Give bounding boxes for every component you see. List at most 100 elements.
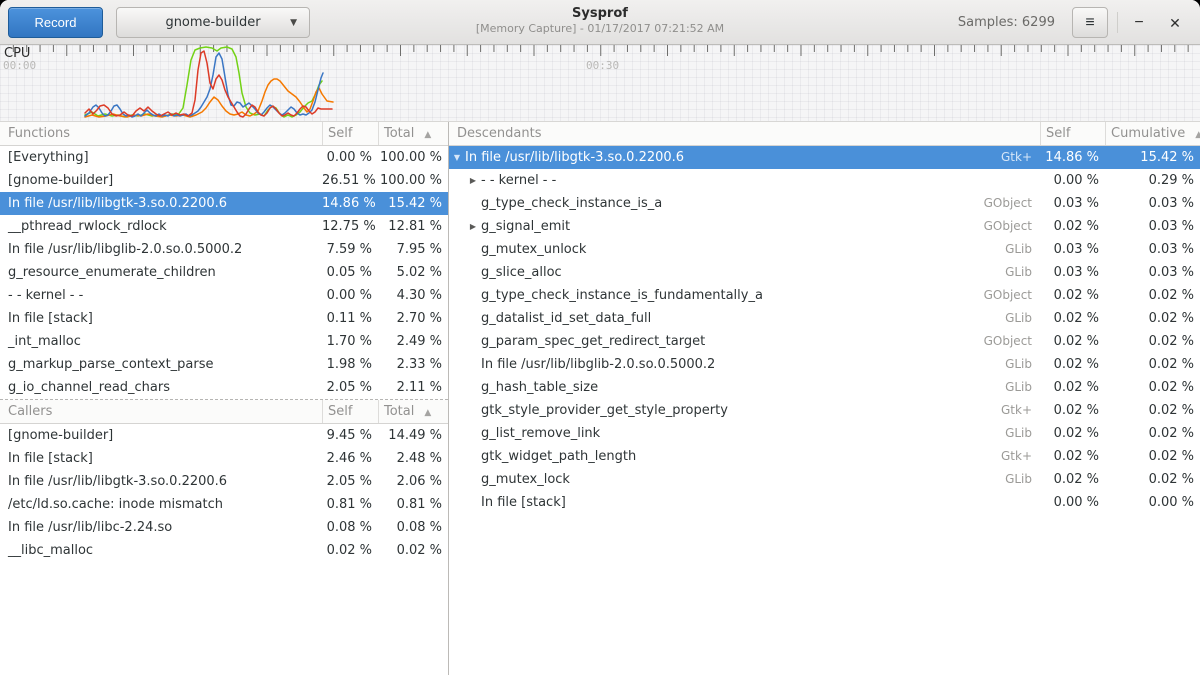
expander-closed-icon[interactable]: ▶ — [465, 169, 481, 192]
menu-button[interactable]: ≡ — [1072, 7, 1108, 38]
table-row[interactable]: g_resource_enumerate_children0.05 %5.02 … — [0, 261, 448, 284]
record-button[interactable]: Record — [8, 7, 103, 38]
library-badge: Gtk+ — [1001, 146, 1040, 169]
symbol-name: [gnome-builder] — [0, 169, 322, 192]
minimize-button[interactable]: − — [1124, 8, 1154, 38]
self-percent: 0.03 % — [1040, 238, 1105, 261]
table-row[interactable]: In file /usr/lib/libgtk-3.so.0.2200.614.… — [0, 192, 448, 215]
process-selector[interactable]: gnome-builder ▼ — [116, 7, 310, 38]
library-badge: GLib — [1005, 238, 1040, 261]
self-percent: 2.05 % — [322, 376, 378, 399]
table-row[interactable]: In file /usr/lib/libc-2.24.so0.08 %0.08 … — [0, 516, 448, 539]
total-percent: 100.00 % — [378, 169, 448, 192]
descendants-list: ▼In file /usr/lib/libgtk-3.so.0.2200.6Gt… — [449, 146, 1200, 514]
expander-closed-icon[interactable]: ▶ — [465, 215, 481, 238]
symbol-name: g_signal_emit — [481, 215, 570, 238]
symbol-name: In file /usr/lib/libc-2.24.so — [0, 516, 322, 539]
tree-row[interactable]: g_param_spec_get_redirect_targetGObject0… — [449, 330, 1200, 353]
library-badge: Gtk+ — [1001, 445, 1040, 468]
symbol-name: In file /usr/lib/libgtk-3.so.0.2200.6 — [0, 470, 322, 493]
tree-row[interactable]: ▶g_signal_emitGObject0.02 %0.03 % — [449, 215, 1200, 238]
functions-total-column-header[interactable]: Total▲ — [378, 122, 448, 145]
tree-row[interactable]: g_mutex_unlockGLib0.03 %0.03 % — [449, 238, 1200, 261]
self-percent: 0.02 % — [1040, 284, 1105, 307]
symbol-name: In file /usr/lib/libglib-2.0.so.0.5000.2 — [0, 238, 322, 261]
table-row[interactable]: [Everything]0.00 %100.00 % — [0, 146, 448, 169]
callers-self-column-header[interactable]: Self — [322, 400, 378, 423]
cpu-chart[interactable]: CPU 00:00 00:30 — [0, 45, 1200, 122]
cumulative-percent: 15.42 % — [1105, 146, 1200, 169]
self-percent: 0.08 % — [322, 516, 378, 539]
table-row[interactable]: _int_malloc1.70 %2.49 % — [0, 330, 448, 353]
symbol-name: g_mutex_unlock — [481, 238, 586, 261]
total-percent: 2.49 % — [378, 330, 448, 353]
tree-name-cell: g_datalist_id_set_data_fullGLib — [449, 307, 1040, 330]
library-badge: GLib — [1005, 422, 1040, 445]
table-row[interactable]: In file /usr/lib/libglib-2.0.so.0.5000.2… — [0, 238, 448, 261]
callers-column-header[interactable]: Callers — [0, 400, 322, 423]
hamburger-icon: ≡ — [1085, 14, 1094, 31]
tree-row[interactable]: ▼In file /usr/lib/libgtk-3.so.0.2200.6Gt… — [449, 146, 1200, 169]
functions-self-column-header[interactable]: Self — [322, 122, 378, 145]
tree-name-cell: gtk_widget_path_lengthGtk+ — [449, 445, 1040, 468]
table-row[interactable]: [gnome-builder]9.45 %14.49 % — [0, 424, 448, 447]
descendants-column-header[interactable]: Descendants — [449, 122, 1040, 145]
symbol-name: In file /usr/lib/libglib-2.0.so.0.5000.2 — [481, 353, 715, 376]
table-row[interactable]: g_markup_parse_context_parse1.98 %2.33 % — [0, 353, 448, 376]
self-percent: 0.81 % — [322, 493, 378, 516]
tree-row[interactable]: gtk_style_provider_get_style_propertyGtk… — [449, 399, 1200, 422]
cumulative-percent: 0.02 % — [1105, 284, 1200, 307]
self-percent: 0.02 % — [1040, 330, 1105, 353]
table-row[interactable]: __pthread_rwlock_rdlock12.75 %12.81 % — [0, 215, 448, 238]
total-percent: 0.08 % — [378, 516, 448, 539]
table-row[interactable]: [gnome-builder]26.51 %100.00 % — [0, 169, 448, 192]
table-row[interactable]: /etc/ld.so.cache: inode mismatch0.81 %0.… — [0, 493, 448, 516]
self-percent: 0.02 % — [322, 539, 378, 562]
total-percent: 14.49 % — [378, 424, 448, 447]
symbol-name: - - kernel - - — [0, 284, 322, 307]
tree-row[interactable]: g_type_check_instance_is_fundamentally_a… — [449, 284, 1200, 307]
self-percent: 0.05 % — [322, 261, 378, 284]
descendants-self-column-header[interactable]: Self — [1040, 122, 1105, 145]
table-row[interactable]: __libc_malloc0.02 %0.02 % — [0, 539, 448, 562]
library-badge: GLib — [1005, 353, 1040, 376]
functions-column-header[interactable]: Functions — [0, 122, 322, 145]
callers-total-column-header[interactable]: Total▲ — [378, 400, 448, 423]
self-percent: 26.51 % — [322, 169, 378, 192]
close-button[interactable]: ✕ — [1160, 8, 1190, 38]
cumulative-percent: 0.03 % — [1105, 261, 1200, 284]
time-label-mid: 00:30 — [586, 59, 619, 72]
table-row[interactable]: In file /usr/lib/libgtk-3.so.0.2200.6 2.0… — [0, 470, 448, 493]
tree-row[interactable]: g_hash_table_sizeGLib0.02 %0.02 % — [449, 376, 1200, 399]
self-percent: 0.02 % — [1040, 422, 1105, 445]
table-row[interactable]: - - kernel - -0.00 %4.30 % — [0, 284, 448, 307]
self-percent: 0.00 % — [1040, 491, 1105, 514]
symbol-name: g_markup_parse_context_parse — [0, 353, 322, 376]
tree-row[interactable]: In file /usr/lib/libglib-2.0.so.0.5000.2… — [449, 353, 1200, 376]
tree-row[interactable]: g_datalist_id_set_data_fullGLib0.02 %0.0… — [449, 307, 1200, 330]
self-percent: 1.70 % — [322, 330, 378, 353]
table-row[interactable]: In file [stack]0.11 %2.70 % — [0, 307, 448, 330]
total-percent: 2.06 % — [378, 470, 448, 493]
table-row[interactable]: In file [stack]2.46 %2.48 % — [0, 447, 448, 470]
tree-row[interactable]: g_mutex_lockGLib0.02 %0.02 % — [449, 468, 1200, 491]
total-percent: 2.48 % — [378, 447, 448, 470]
tree-row[interactable]: In file [stack]0.00 %0.00 % — [449, 491, 1200, 514]
descendants-cumulative-column-header[interactable]: Cumulative▲ — [1105, 122, 1200, 145]
symbol-name: g_mutex_lock — [481, 468, 570, 491]
tree-row[interactable]: g_type_check_instance_is_aGObject0.03 %0… — [449, 192, 1200, 215]
tree-name-cell: g_slice_allocGLib — [449, 261, 1040, 284]
table-row[interactable]: g_io_channel_read_chars2.05 %2.11 % — [0, 376, 448, 399]
tree-row[interactable]: g_slice_allocGLib0.03 %0.03 % — [449, 261, 1200, 284]
cumulative-percent: 0.03 % — [1105, 238, 1200, 261]
tree-row[interactable]: ▶- - kernel - -0.00 %0.29 % — [449, 169, 1200, 192]
cumulative-percent: 0.03 % — [1105, 192, 1200, 215]
headerbar: Record gnome-builder ▼ Sysprof [Memory C… — [0, 0, 1200, 45]
tree-name-cell: ▶- - kernel - - — [449, 169, 1040, 192]
expander-open-icon[interactable]: ▼ — [449, 146, 465, 169]
profile-panes: Functions Self Total▲ [Everything]0.00 %… — [0, 122, 1200, 675]
tree-name-cell: g_type_check_instance_is_fundamentally_a… — [449, 284, 1040, 307]
tree-row[interactable]: gtk_widget_path_lengthGtk+0.02 %0.02 % — [449, 445, 1200, 468]
library-badge: GObject — [984, 192, 1040, 215]
tree-row[interactable]: g_list_remove_linkGLib0.02 %0.02 % — [449, 422, 1200, 445]
